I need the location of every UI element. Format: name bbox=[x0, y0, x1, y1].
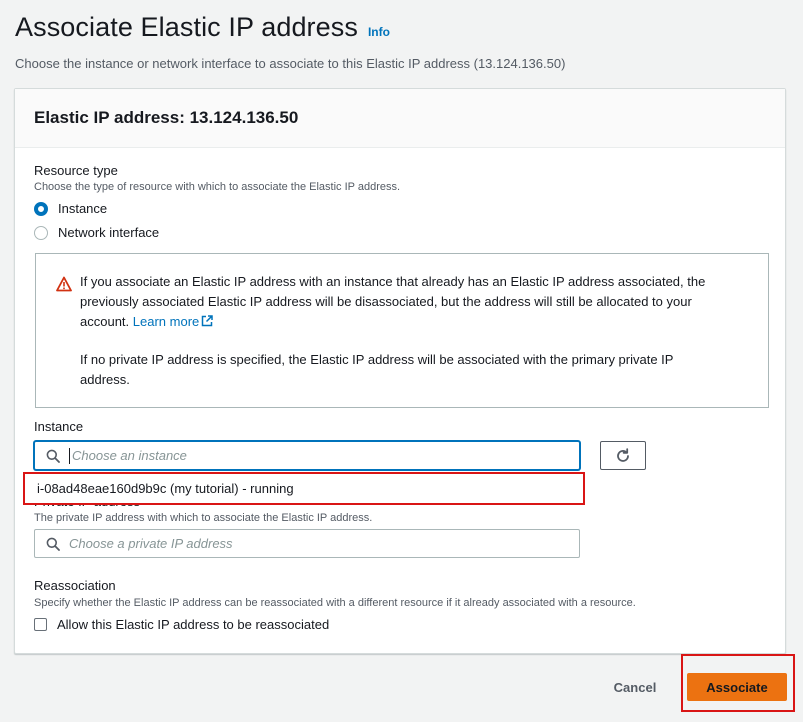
reassociation-checkbox-label: Allow this Elastic IP address to be reas… bbox=[57, 617, 330, 632]
association-container: Elastic IP address: 13.124.136.50 Resour… bbox=[14, 88, 786, 654]
alert-line-5: address. bbox=[80, 372, 130, 387]
radio-network-interface-button[interactable] bbox=[34, 225, 48, 240]
radio-instance[interactable]: Instance bbox=[34, 201, 107, 216]
instance-option-label: i-08ad48eae160d9b9c (my tutorial) - runn… bbox=[37, 481, 294, 496]
instance-placeholder: Choose an instance bbox=[72, 448, 187, 463]
alert-line-1: If you associate an Elastic IP address w… bbox=[80, 274, 706, 289]
alert-account-text: account. bbox=[80, 314, 130, 329]
page-header: Associate Elastic IP address Info bbox=[15, 12, 390, 43]
search-icon bbox=[46, 449, 60, 463]
instance-dropdown-option[interactable]: i-08ad48eae160d9b9c (my tutorial) - runn… bbox=[23, 472, 585, 505]
alert-line-3: account. Learn more bbox=[80, 312, 760, 332]
radio-network-interface-label: Network interface bbox=[58, 225, 160, 240]
associate-button[interactable]: Associate bbox=[687, 673, 787, 701]
private-ip-description: The private IP address with which to ass… bbox=[34, 512, 373, 524]
private-ip-input[interactable]: Choose a private IP address bbox=[34, 529, 580, 558]
info-link[interactable]: Info bbox=[368, 25, 390, 39]
resource-type-description: Choose the type of resource with which t… bbox=[34, 181, 401, 193]
text-caret bbox=[69, 447, 70, 464]
alert-line-4: If no private IP address is specified, t… bbox=[80, 352, 674, 367]
container-header: Elastic IP address: 13.124.136.50 bbox=[15, 89, 785, 148]
search-icon bbox=[46, 537, 60, 551]
radio-instance-label: Instance bbox=[58, 201, 108, 216]
radio-instance-button[interactable] bbox=[34, 201, 48, 216]
reassociation-label: Reassociation bbox=[34, 578, 116, 593]
reassociation-checkbox[interactable] bbox=[34, 618, 47, 631]
page-title: Associate Elastic IP address bbox=[15, 12, 358, 42]
container-title: Elastic IP address: 13.124.136.50 bbox=[34, 108, 299, 127]
external-link-icon bbox=[202, 315, 214, 327]
warning-alert: If you associate an Elastic IP address w… bbox=[35, 253, 769, 408]
private-ip-placeholder: Choose a private IP address bbox=[69, 536, 233, 551]
radio-network-interface[interactable]: Network interface bbox=[34, 225, 159, 240]
reassociation-description: Specify whether the Elastic IP address c… bbox=[34, 597, 636, 609]
page-description: Choose the instance or network interface… bbox=[15, 56, 566, 71]
learn-more-link[interactable]: Learn more bbox=[132, 314, 214, 329]
reassociation-checkbox-row[interactable]: Allow this Elastic IP address to be reas… bbox=[34, 617, 329, 632]
alert-line-2: previously associated Elastic IP address… bbox=[80, 294, 692, 309]
cancel-button[interactable]: Cancel bbox=[598, 673, 672, 701]
warning-icon bbox=[56, 276, 72, 292]
instance-search-input[interactable]: Choose an instance bbox=[34, 441, 580, 470]
instance-label: Instance bbox=[34, 419, 84, 434]
learn-more-label: Learn more bbox=[132, 314, 200, 329]
resource-type-label: Resource type bbox=[34, 163, 118, 178]
refresh-icon bbox=[617, 447, 629, 462]
refresh-button[interactable] bbox=[600, 441, 646, 470]
